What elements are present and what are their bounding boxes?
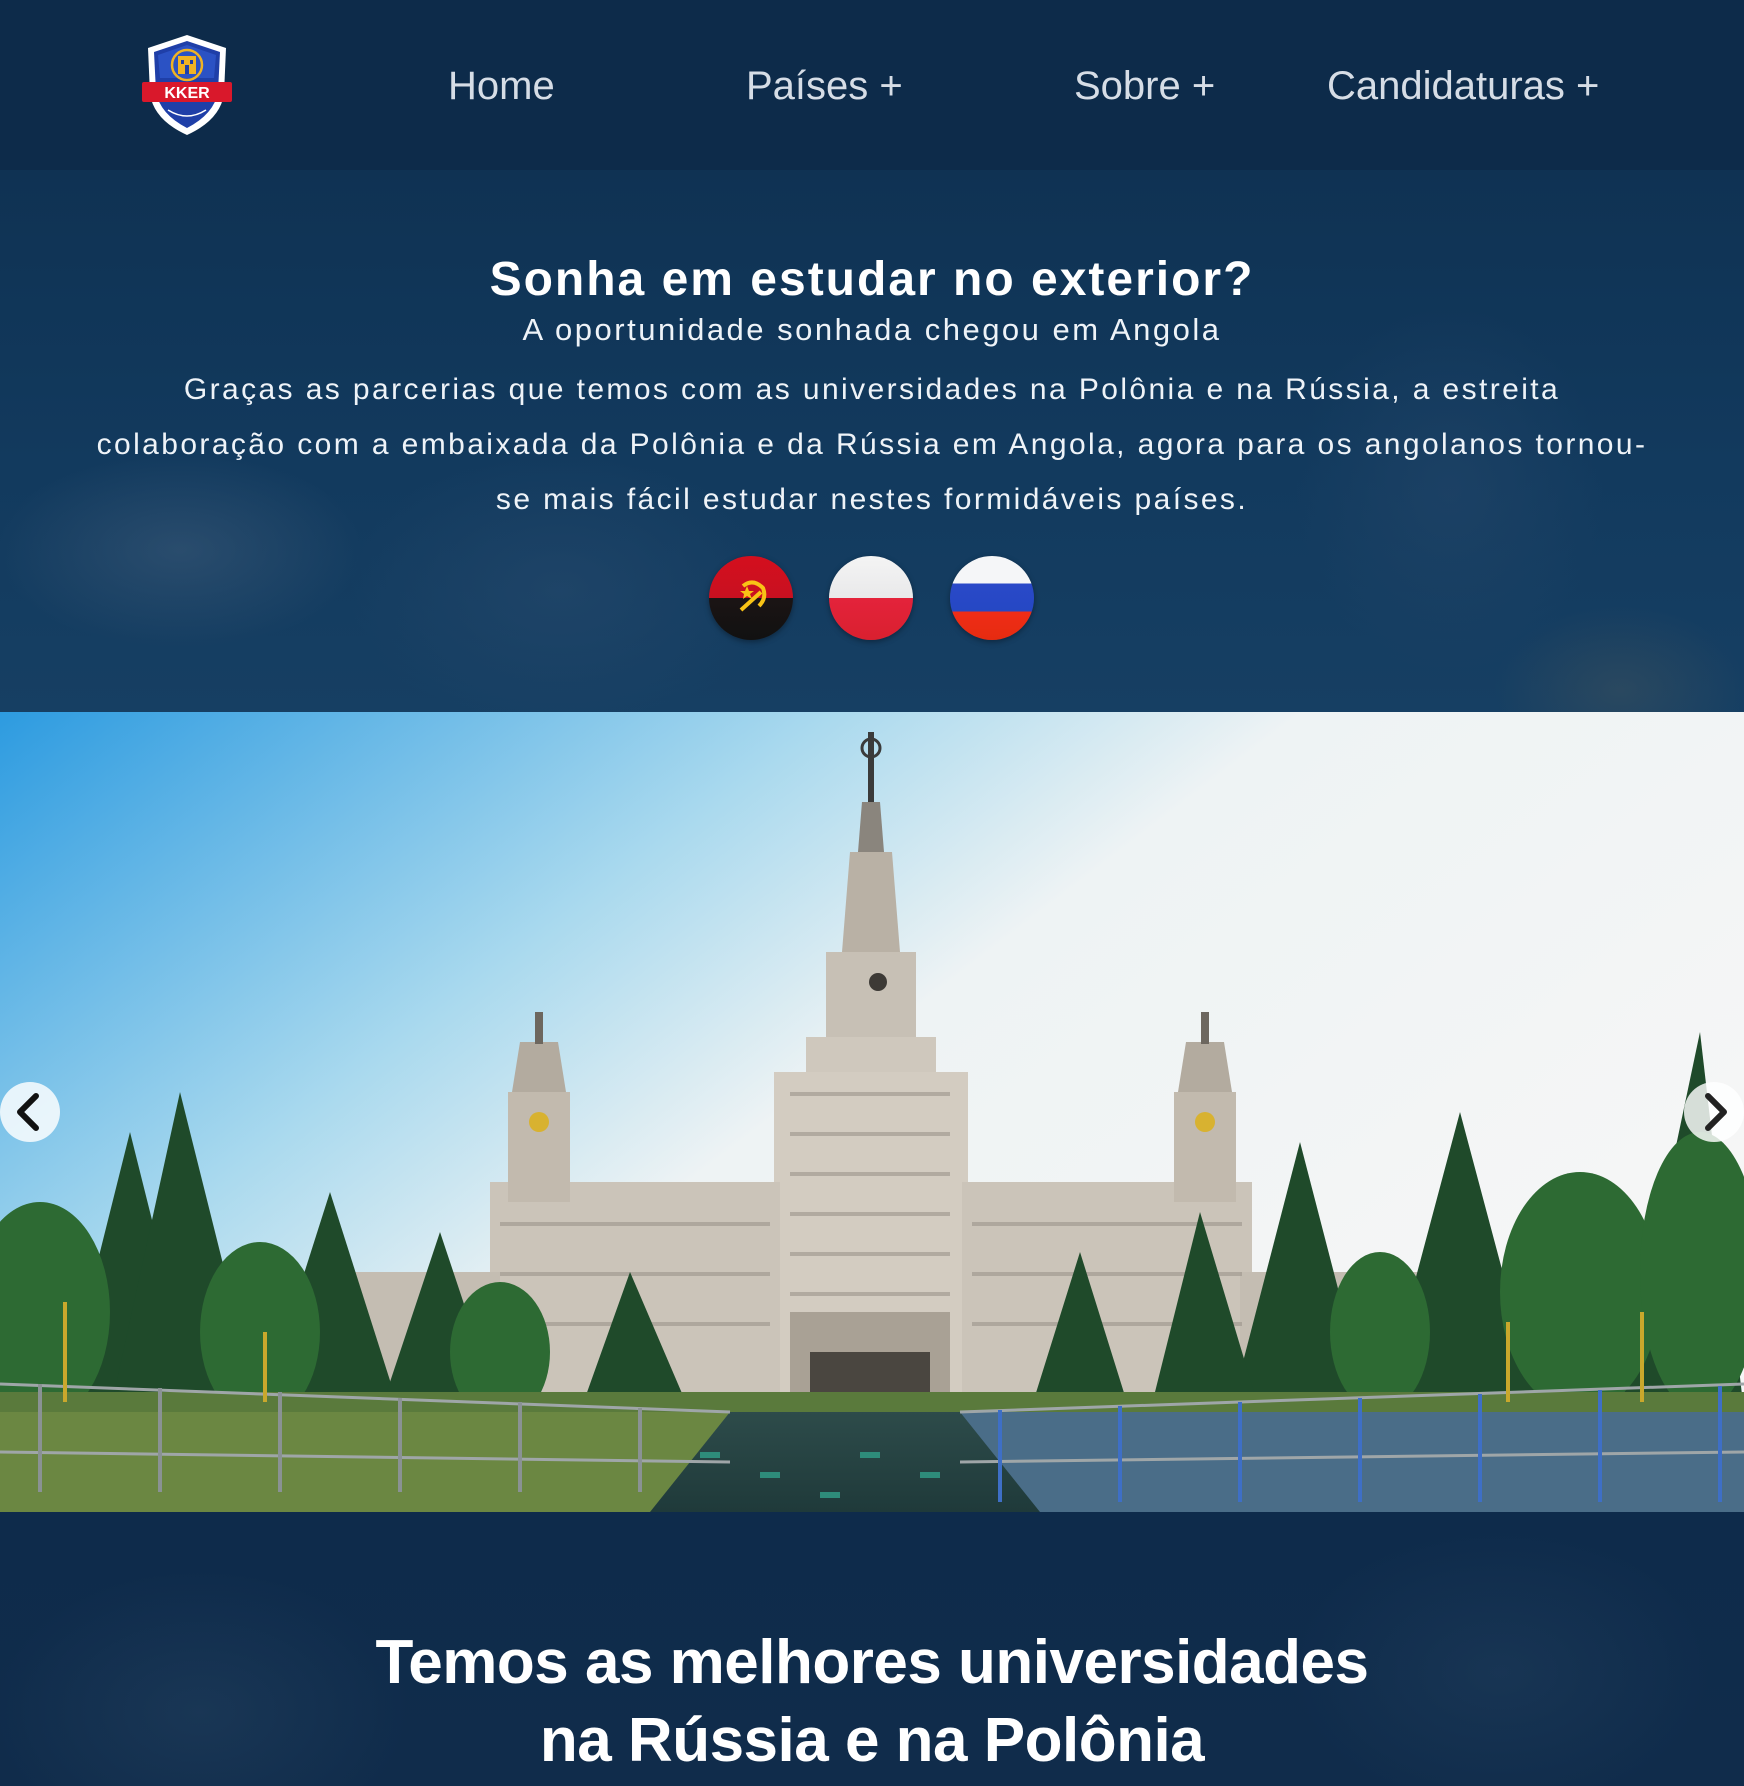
carousel-prev-button[interactable] [0,1082,60,1142]
universities-heading: Temos as melhores universidades na Rússi… [0,1624,1744,1780]
nav-paises[interactable]: Países + [746,58,903,114]
site-header: KKER Home Países + Sobre + Candidaturas … [0,0,1744,170]
universities-heading-line2: na Rússia e na Polônia [539,1706,1205,1775]
hero-title: Sonha em estudar no exterior? [489,253,1255,306]
moscow-university-photo [0,712,1744,1512]
kker-logo[interactable]: KKER [138,32,236,138]
chevron-right-icon [1705,1093,1727,1131]
poland-flag-icon[interactable] [829,556,913,640]
angola-flag-icon[interactable] [709,556,793,640]
hero-section: Sonha em estudar no exterior? A oportuni… [0,170,1744,712]
chevron-left-icon [17,1093,39,1131]
hero-description: Graças as parcerias que temos com as uni… [96,373,1648,516]
universities-heading-line1: Temos as melhores universidades [375,1628,1370,1697]
russia-flag-icon[interactable] [950,556,1034,640]
hero-subtitle: A oportunidade sonhada chegou em Angola [522,312,1222,347]
universities-section: Temos as melhores universidades na Rússi… [0,1512,1744,1786]
nav-home[interactable]: Home [448,58,555,114]
carousel-next-button[interactable] [1684,1082,1744,1142]
hero-carousel [0,712,1744,1512]
nav-candidaturas[interactable]: Candidaturas + [1327,58,1599,114]
logo-text: KKER [164,85,210,102]
nav-sobre[interactable]: Sobre + [1074,58,1215,114]
